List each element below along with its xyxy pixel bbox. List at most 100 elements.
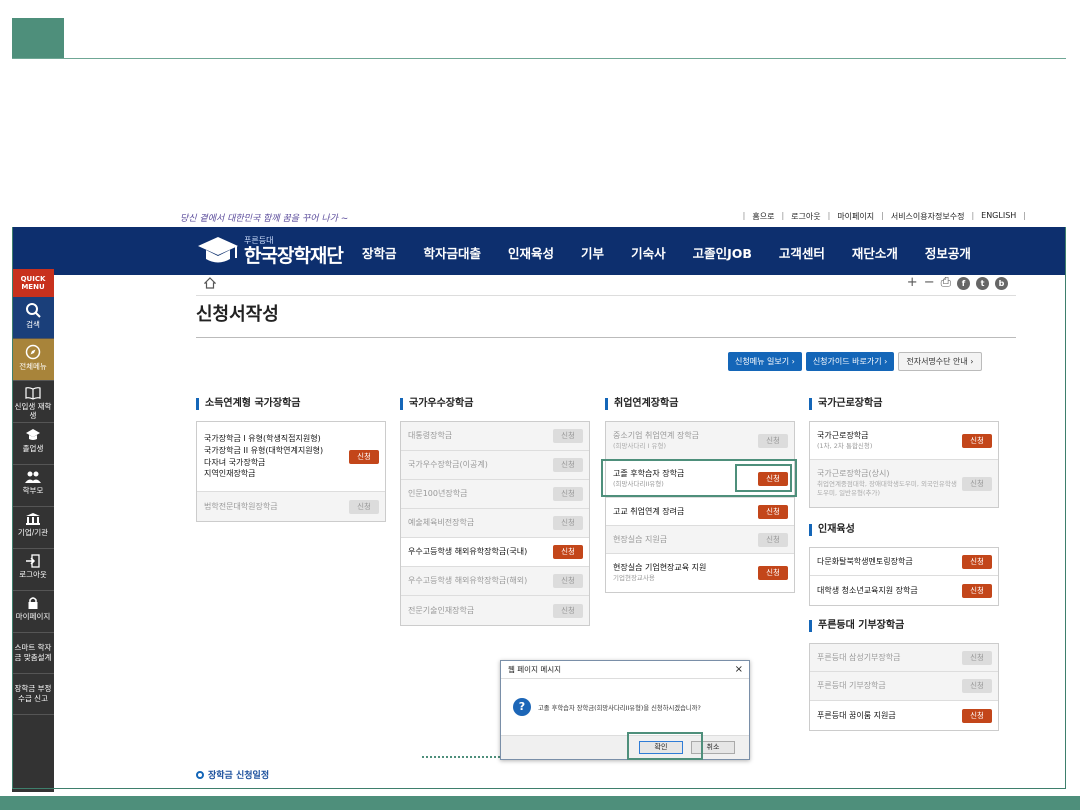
list-item: 국가우수장학금(이공계) 신청 bbox=[401, 451, 589, 480]
nav-student-loan[interactable]: 학자금대출 bbox=[424, 243, 482, 262]
list-item: 법학전문대학원장학금 신청 bbox=[197, 492, 385, 521]
print-icon[interactable]: ⎙ bbox=[941, 276, 951, 290]
confirm-dialog: 웹 페이지 메시지 × ? 고졸 후학습자 장학금(희망사다리II유형)을 신청… bbox=[500, 660, 750, 760]
item-label: 국가우수장학금(이공계) bbox=[408, 460, 488, 470]
dialog-body: ? 고졸 후학습자 장학금(희망사다리II유형)을 신청하시겠습니까? bbox=[501, 679, 749, 735]
quick-institution[interactable]: 기업/기관 bbox=[12, 507, 54, 549]
apply-button[interactable]: 신청 bbox=[553, 516, 583, 530]
nav-customer-center[interactable]: 고객센터 bbox=[779, 243, 825, 262]
nav-job[interactable]: 고졸인JOB bbox=[693, 243, 752, 262]
zoom-in-icon[interactable]: + bbox=[907, 276, 918, 290]
item-label: 현장실습 기업현장교육 지원 기업현장교사용 bbox=[613, 563, 707, 583]
logo-title: 한국장학재단 bbox=[244, 244, 344, 267]
quick-fraud-report[interactable]: 장학금 부정수급 신고 bbox=[12, 674, 54, 715]
quick-parents[interactable]: 학부모 bbox=[12, 465, 54, 507]
quick-menu: QUICK MENU 검색 전체메뉴 신입생 재학생 졸업생 학부모 기업/기관… bbox=[12, 269, 54, 792]
facebook-icon[interactable]: f bbox=[957, 276, 970, 290]
apply-button[interactable]: 신청 bbox=[962, 708, 992, 723]
apply-button[interactable]: 신청 bbox=[962, 650, 992, 665]
twitter-icon[interactable]: t bbox=[976, 276, 989, 290]
site-logo[interactable]: 푸른등대 한국장학재단 bbox=[196, 233, 344, 269]
slogan: 당신 곁에서 대한민국 함께 꿈을 꾸어 나가 ~ bbox=[180, 214, 349, 224]
item-label: 중소기업 취업연계 장학금 (희망사다리 I 유형) bbox=[613, 430, 700, 450]
circle-icon bbox=[196, 770, 204, 779]
list-item: 국가근로장학금(상시) 취업연계중점대학, 장애대학생도우미, 외국인유학생도우미… bbox=[810, 460, 998, 507]
logo-subtitle: 푸른등대 bbox=[244, 235, 274, 245]
link-edit-info[interactable]: 서비스이용자정보수정 bbox=[884, 211, 972, 222]
section-title: 인재육성 bbox=[809, 524, 999, 536]
schedule-link[interactable]: 장학금 신청일정 bbox=[196, 768, 269, 781]
section-title: 소득연계형 국가장학금 bbox=[196, 398, 386, 410]
apply-button[interactable]: 신청 bbox=[758, 433, 788, 448]
slide-bottom-bar bbox=[0, 796, 1080, 810]
zoom-out-icon[interactable]: − bbox=[924, 276, 935, 290]
utility-links: | 홈으로 | 로그아웃 | 마이페이지 | 서비스이용자정보수정 | ENGLISH | bbox=[742, 211, 1026, 222]
slide-title-line bbox=[12, 58, 1066, 59]
apply-button[interactable]: 신청 bbox=[349, 499, 379, 514]
nav-donation[interactable]: 기부 bbox=[581, 243, 604, 262]
item-label: 국가근로장학금(상시) 취업연계중점대학, 장애대학생도우미, 외국인유학생도우미… bbox=[817, 469, 957, 498]
apply-button[interactable]: 신청 bbox=[962, 679, 992, 693]
slide-title-square bbox=[12, 18, 64, 58]
nav-info-disclosure[interactable]: 정보공개 bbox=[925, 243, 971, 262]
item-label: 법학전문대학원장학금 bbox=[204, 501, 278, 511]
quick-all-menu[interactable]: 전체메뉴 bbox=[12, 339, 54, 381]
lock-icon bbox=[28, 597, 38, 609]
confirm-button[interactable]: 확인 bbox=[639, 741, 683, 754]
home-icon[interactable] bbox=[204, 277, 216, 289]
scholarship-list: 국가장학금 I 유형(학생직접지원형) 국가장학금 II 유형(대학연계지원형)… bbox=[196, 421, 386, 522]
apply-button[interactable]: 신청 bbox=[553, 603, 583, 618]
apply-button[interactable]: 신청 bbox=[758, 566, 788, 580]
apply-button[interactable]: 신청 bbox=[962, 476, 992, 491]
nav-dormitory[interactable]: 기숙사 bbox=[631, 243, 666, 262]
apply-button[interactable]: 신청 bbox=[758, 504, 788, 519]
breadcrumb-bar: + − ⎙ f t b bbox=[196, 272, 1016, 296]
item-label: 국가근로장학금 (1차, 2차 통합신청) bbox=[817, 430, 873, 450]
apply-button[interactable]: 신청 bbox=[758, 532, 788, 547]
apply-menu-button[interactable]: 신청메뉴 일보기 › bbox=[728, 352, 802, 371]
browser-screenshot: 당신 곁에서 대한민국 함께 꿈을 꾸어 나가 ~ | 홈으로 | 로그아웃 | 마… bbox=[12, 206, 1066, 792]
quick-search[interactable]: 검색 bbox=[12, 297, 54, 339]
apply-button[interactable]: 신청 bbox=[553, 574, 583, 588]
list-item: 인문100년장학금 신청 bbox=[401, 480, 589, 509]
close-icon[interactable]: × bbox=[735, 661, 743, 679]
scholarship-list: 중소기업 취업연계 장학금 (희망사다리 I 유형) 신청 고졸 후학습자 장학금… bbox=[605, 421, 795, 593]
apply-button[interactable]: 신청 bbox=[553, 545, 583, 559]
nav-about[interactable]: 재단소개 bbox=[852, 243, 898, 262]
apply-button[interactable]: 신청 bbox=[553, 458, 583, 472]
apply-button[interactable]: 신청 bbox=[962, 433, 992, 448]
quick-mypage[interactable]: 마이페이지 bbox=[12, 591, 54, 633]
e-signature-guide-button[interactable]: 전자서명수단 안내 › bbox=[898, 352, 982, 371]
list-item: 대학생 청소년교육지원 장학금 신청 bbox=[810, 576, 998, 605]
section-title: 푸른등대 기부장학금 bbox=[809, 620, 999, 632]
column-donation-scholarship: 푸른등대 기부장학금 푸른등대 삼성기부장학금 신청 푸른등대 기부장학금 신청… bbox=[809, 620, 999, 731]
link-home[interactable]: 홈으로 bbox=[745, 211, 781, 222]
dialog-message: 고졸 후학습자 장학금(희망사다리II유형)을 신청하시겠습니까? bbox=[538, 704, 701, 712]
quick-smart-plan[interactable]: 스마트 학자금 맞춤설계 bbox=[12, 633, 54, 674]
question-icon: ? bbox=[513, 698, 531, 716]
list-item: 다문화탈북학생멘토링장학금 신청 bbox=[810, 548, 998, 576]
link-logout[interactable]: 로그아웃 bbox=[784, 211, 827, 222]
quick-logout[interactable]: 로그아웃 bbox=[12, 549, 54, 591]
blog-icon[interactable]: b bbox=[995, 276, 1008, 290]
apply-button[interactable]: 신청 bbox=[962, 554, 992, 569]
quick-freshman[interactable]: 신입생 재학생 bbox=[12, 381, 54, 423]
nav-talent[interactable]: 인재육성 bbox=[508, 243, 554, 262]
apply-button[interactable]: 신청 bbox=[553, 487, 583, 501]
apply-guide-button[interactable]: 신청가이드 바로가기 › bbox=[805, 352, 895, 371]
title-divider bbox=[196, 337, 1016, 338]
link-mypage[interactable]: 마이페이지 bbox=[830, 211, 881, 222]
apply-button[interactable]: 신청 bbox=[553, 429, 583, 443]
list-item: 국가장학금 I 유형(학생직접지원형) 국가장학금 II 유형(대학연계지원형)… bbox=[197, 422, 385, 492]
quick-graduate[interactable]: 졸업생 bbox=[12, 423, 54, 465]
item-label: 푸른등대 꿈이룸 지원금 bbox=[817, 710, 896, 720]
cancel-button[interactable]: 취소 bbox=[691, 741, 735, 754]
nav-scholarship[interactable]: 장학금 bbox=[362, 243, 397, 262]
link-english[interactable]: ENGLISH bbox=[974, 211, 1023, 222]
global-nav: 장학금 학자금대출 인재육성 기부 기숙사 고졸인JOB 고객센터 재단소개 정… bbox=[362, 243, 998, 262]
item-label: 현장실습 지원금 bbox=[613, 534, 668, 544]
apply-button[interactable]: 신청 bbox=[962, 583, 992, 598]
apply-button[interactable]: 신청 bbox=[758, 471, 788, 486]
apply-button[interactable]: 신청 bbox=[349, 449, 379, 464]
column-national-excellence: 국가우수장학금 대통령장학금 신청 국가우수장학금(이공계) 신청 인문100년… bbox=[400, 398, 590, 626]
